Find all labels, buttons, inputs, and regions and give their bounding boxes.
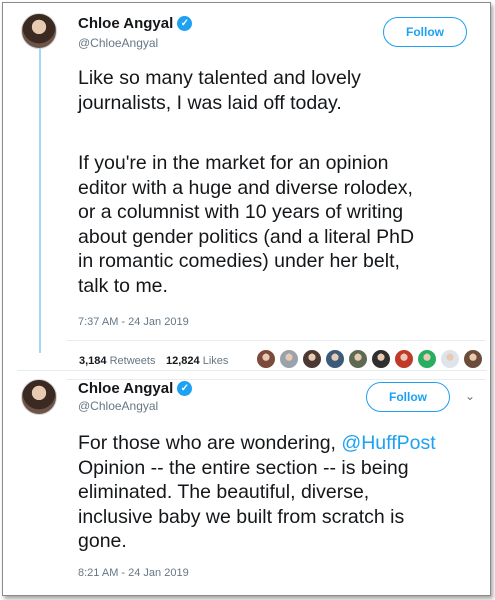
chevron-down-icon[interactable]: ⌄ <box>465 389 475 403</box>
tweet-text-paragraph-1: Like so many talented and lovely journal… <box>78 67 361 114</box>
engagement-stats-bar: 3,184 Retweets 12,824 Likes <box>66 340 486 380</box>
retweets-label: Retweets <box>109 355 156 367</box>
liker-avatars <box>256 349 483 369</box>
likes-label: Likes <box>202 355 229 367</box>
author-name[interactable]: Chloe Angyal ✓ <box>78 380 193 397</box>
follow-button[interactable]: Follow <box>383 17 467 47</box>
retweets-count: 3,184 <box>79 355 107 367</box>
liker-avatar[interactable] <box>440 349 460 369</box>
liker-avatar[interactable] <box>348 349 368 369</box>
verified-badge-icon: ✓ <box>177 381 193 396</box>
tweet-timestamp[interactable]: 8:21 AM - 24 Jan 2019 <box>78 567 189 579</box>
retweets-stat[interactable]: 3,184 Retweets <box>79 355 155 367</box>
liker-avatar[interactable] <box>417 349 437 369</box>
liker-avatar[interactable] <box>463 349 483 369</box>
liker-avatar[interactable] <box>256 349 276 369</box>
screenshot-frame: Chloe Angyal ✓ @ChloeAngyal Follow Like … <box>2 2 491 596</box>
thread-connector-line <box>39 48 41 353</box>
author-name[interactable]: Chloe Angyal ✓ <box>78 15 193 32</box>
liker-avatar[interactable] <box>371 349 391 369</box>
mention-link[interactable]: @HuffPost <box>341 432 435 454</box>
tweet-timestamp[interactable]: 7:37 AM - 24 Jan 2019 <box>78 316 189 328</box>
liker-avatar[interactable] <box>279 349 299 369</box>
verified-badge-icon: ✓ <box>177 16 193 31</box>
avatar[interactable] <box>21 13 57 49</box>
author-name-text[interactable]: Chloe Angyal <box>78 15 173 32</box>
liker-avatar[interactable] <box>394 349 414 369</box>
liker-avatar[interactable] <box>325 349 345 369</box>
likes-count: 12,824 <box>166 355 200 367</box>
tweet-text-start: For those who are wondering, <box>78 432 342 454</box>
tweet-text-paragraph-2: If you're in the market for an opinion e… <box>78 152 415 297</box>
liker-avatar[interactable] <box>302 349 322 369</box>
tweet-divider <box>17 370 487 371</box>
follow-button[interactable]: Follow <box>366 382 450 412</box>
tweet-text-end: Opinion -- the entire section -- is bein… <box>78 456 409 552</box>
author-handle[interactable]: @ChloeAngyal <box>78 36 158 50</box>
author-handle[interactable]: @ChloeAngyal <box>78 399 158 413</box>
author-name-text[interactable]: Chloe Angyal <box>78 380 173 397</box>
tweet-text: For those who are wondering, @HuffPost O… <box>78 431 436 554</box>
likes-stat[interactable]: 12,824 Likes <box>166 355 228 367</box>
avatar[interactable] <box>21 379 57 415</box>
